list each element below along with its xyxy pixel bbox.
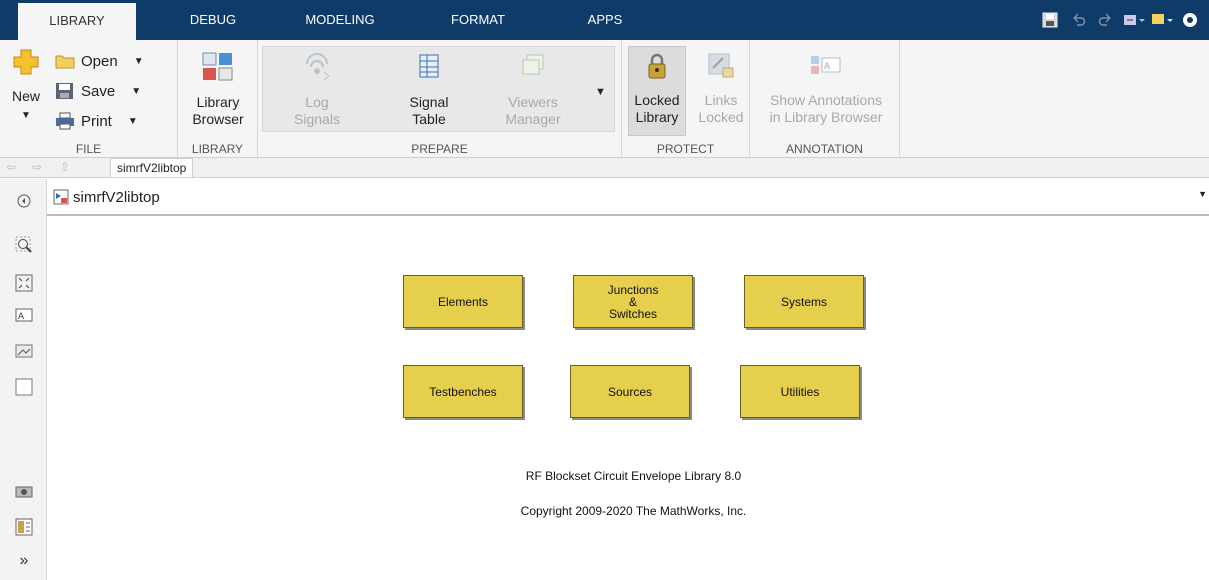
log-signals-button[interactable]: Log Signals xyxy=(282,52,352,128)
library-group: Library Browser LIBRARY xyxy=(178,40,258,158)
navigation-bar: ⇦ ⇨ ⇧ simrfV2libtop xyxy=(0,158,1209,178)
folder-icon xyxy=(55,55,75,69)
library-title-note: RF Blockset Circuit Envelope Library 8.0 xyxy=(525,469,742,483)
sources-block[interactable]: Sources xyxy=(570,365,690,418)
step-icon[interactable] xyxy=(1123,9,1145,31)
save-button[interactable]: Save ▼ xyxy=(55,80,141,102)
up-icon[interactable]: ⇧ xyxy=(60,160,70,174)
toolstrip-ribbon: New ▼ Open ▼ Save ▼ Print ▼ FILE Library Br… xyxy=(0,40,1209,158)
zoom-icon[interactable] xyxy=(14,235,34,255)
redo-icon[interactable] xyxy=(1095,9,1117,31)
breadcrumb[interactable]: simrfV2libtop xyxy=(110,158,194,177)
left-palette: A » xyxy=(0,179,70,580)
area-icon[interactable] xyxy=(14,377,34,397)
viewers-manager-icon xyxy=(496,52,570,86)
new-button[interactable]: New ▼ xyxy=(6,48,46,124)
signal-table-icon xyxy=(394,52,464,86)
hide-browser-icon[interactable] xyxy=(14,191,34,211)
fit-to-view-icon[interactable] xyxy=(14,273,34,293)
svg-text:A: A xyxy=(824,61,830,71)
annotation-group-label: ANNOTATION xyxy=(786,142,863,156)
library-browser-button[interactable]: Library Browser xyxy=(186,52,250,128)
toolstrip-tabbar: LIBRARY DEBUG MODELING FORMAT APPS xyxy=(0,0,1209,40)
highlight-icon[interactable] xyxy=(1151,9,1173,31)
save-icon[interactable] xyxy=(1039,9,1061,31)
camera-icon[interactable] xyxy=(14,481,34,501)
expand-palette-icon[interactable]: » xyxy=(14,551,34,571)
forward-icon[interactable]: ⇨ xyxy=(32,160,42,174)
undo-icon[interactable] xyxy=(1067,9,1089,31)
print-dropdown-icon[interactable]: ▼ xyxy=(128,116,138,127)
open-button[interactable]: Open ▼ xyxy=(55,50,144,72)
utilities-block[interactable]: Utilities xyxy=(740,365,860,418)
printer-icon xyxy=(56,112,74,130)
tab-format[interactable]: FORMAT xyxy=(428,0,528,40)
protect-group-label: PROTECT xyxy=(656,142,715,156)
copyright-note: Copyright 2009-2020 The MathWorks, Inc. xyxy=(520,504,747,518)
model-canvas[interactable]: Elements Junctions & Switches Systems Te… xyxy=(48,217,1209,580)
new-dropdown-icon[interactable]: ▼ xyxy=(6,107,46,124)
new-icon xyxy=(6,48,46,80)
model-title-bar: simrfV2libtop ▼ xyxy=(47,179,1209,216)
testbenches-block[interactable]: Testbenches xyxy=(403,365,523,418)
help-icon[interactable] xyxy=(1179,9,1201,31)
junctions-switches-block[interactable]: Junctions & Switches xyxy=(573,275,693,328)
tab-apps[interactable]: APPS xyxy=(570,0,640,40)
locked-library-button[interactable]: Locked Library xyxy=(628,52,686,126)
elements-block[interactable]: Elements xyxy=(403,275,523,328)
model-dropdown-icon[interactable]: ▼ xyxy=(1198,189,1207,199)
tab-modeling[interactable]: MODELING xyxy=(285,0,395,40)
open-dropdown-icon[interactable]: ▼ xyxy=(134,56,144,67)
svg-text:A: A xyxy=(18,311,24,321)
tab-library[interactable]: LIBRARY xyxy=(18,0,136,40)
back-icon[interactable]: ⇦ xyxy=(6,160,16,174)
padlock-icon xyxy=(628,52,686,84)
save-dropdown-icon[interactable]: ▼ xyxy=(131,86,141,97)
quick-access-toolbar xyxy=(1039,9,1201,31)
file-group-label: FILE xyxy=(75,142,102,156)
property-inspector-icon[interactable] xyxy=(14,517,34,537)
image-icon[interactable] xyxy=(14,341,34,361)
links-locked-button[interactable]: Links Locked xyxy=(694,52,748,126)
save-icon xyxy=(56,83,73,99)
tab-debug[interactable]: DEBUG xyxy=(170,0,256,40)
annotation-icon[interactable]: A xyxy=(14,305,34,325)
file-group: New ▼ Open ▼ Save ▼ Print ▼ FILE xyxy=(0,40,178,158)
prepare-gallery-expand-icon[interactable]: ▼ xyxy=(595,86,606,98)
systems-block[interactable]: Systems xyxy=(744,275,864,328)
show-annotations-button[interactable]: A Show Annotations in Library Browser xyxy=(758,52,894,126)
links-locked-icon xyxy=(694,52,748,84)
log-signals-icon xyxy=(282,52,352,86)
show-annotations-icon: A xyxy=(758,52,894,84)
library-browser-icon xyxy=(186,52,250,86)
model-icon xyxy=(53,189,69,208)
print-button[interactable]: Print ▼ xyxy=(55,110,138,132)
model-name: simrfV2libtop xyxy=(73,189,160,206)
viewers-manager-button[interactable]: Viewers Manager xyxy=(496,52,570,128)
prepare-group-label: PREPARE xyxy=(411,142,468,156)
signal-table-button[interactable]: Signal Table xyxy=(394,52,464,128)
library-group-label: LIBRARY xyxy=(191,142,244,156)
